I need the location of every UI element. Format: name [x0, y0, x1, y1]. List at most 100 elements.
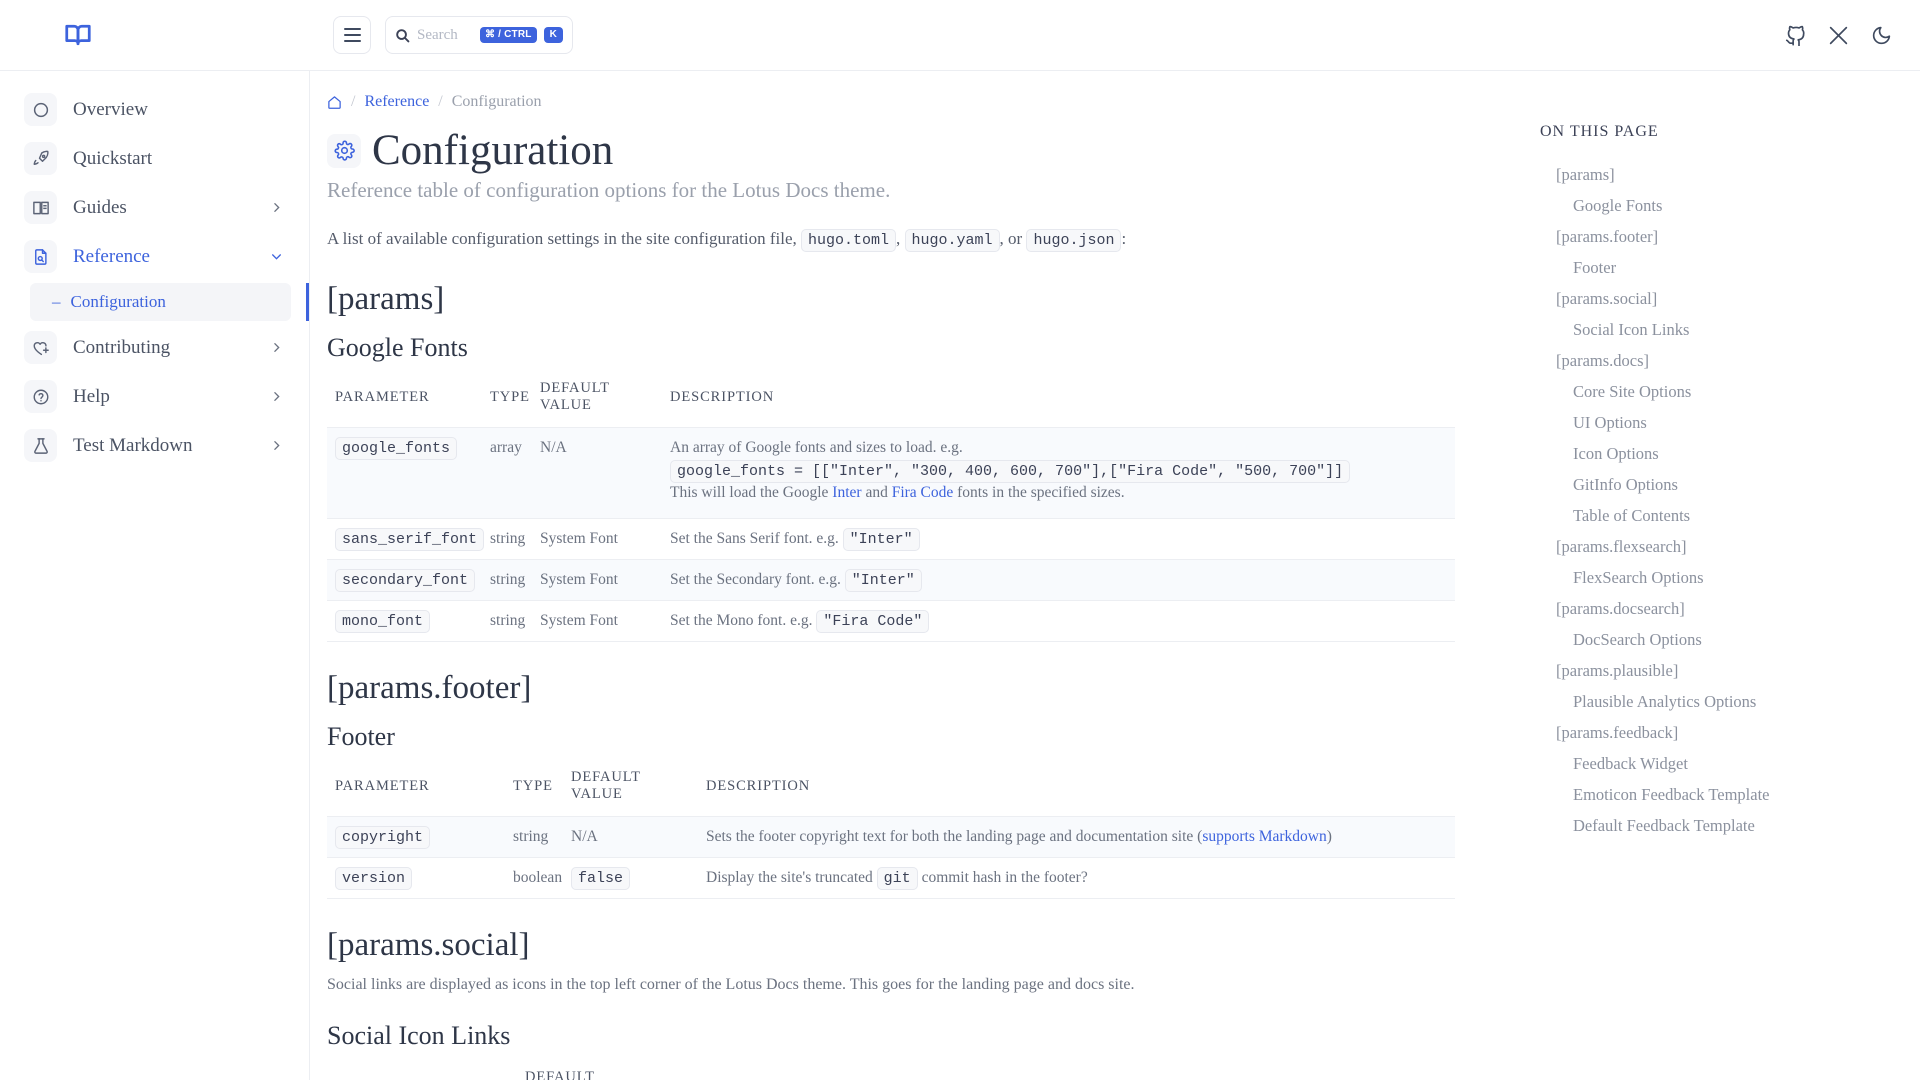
desc-text: Set the Mono font. e.g.: [670, 612, 813, 630]
param-default: System Font: [532, 600, 662, 643]
help-circle-icon: [24, 380, 57, 413]
param-name: version: [335, 867, 413, 891]
code-hugo-json: hugo.json: [1026, 229, 1122, 253]
toc-item[interactable]: Emoticon Feedback Template: [1540, 779, 1890, 810]
file-search-icon: [24, 240, 57, 273]
toc-item[interactable]: [params.docs]: [1540, 345, 1890, 376]
desc-text: and: [865, 484, 888, 502]
link-supports-markdown[interactable]: supports Markdown: [1202, 828, 1326, 845]
sidebar-item-guides[interactable]: Guides: [0, 183, 309, 232]
search-shortcut-modifier: ⌘ / CTRL: [479, 27, 537, 43]
param-name: secondary_font: [335, 569, 476, 593]
chevron-right-icon: [274, 203, 280, 212]
sidebar-item-test-markdown[interactable]: Test Markdown: [0, 421, 309, 470]
desc-code: "Fira Code": [816, 610, 930, 634]
toc-item[interactable]: Social Icon Links: [1540, 314, 1890, 345]
toc-item[interactable]: [params.feedback]: [1540, 717, 1890, 748]
toc-item[interactable]: Feedback Widget: [1540, 748, 1890, 779]
search-placeholder: Search: [417, 26, 458, 43]
toc-item[interactable]: Default Feedback Template: [1540, 810, 1890, 841]
column-description: DESCRIPTION: [706, 777, 811, 794]
param-description: Sets the footer copyright text for both …: [698, 816, 1455, 859]
heading-params: [params]: [327, 281, 445, 318]
table-row: version boolean false Display the site's…: [327, 857, 1455, 900]
page-title: Configuration: [327, 127, 1455, 174]
toc-item[interactable]: Core Site Options: [1540, 376, 1890, 407]
link-inter[interactable]: Inter: [832, 484, 861, 501]
sidebar-item-label: Quickstart: [73, 147, 153, 169]
search-shortcut-key: K: [543, 27, 563, 43]
book-open-icon: [24, 191, 57, 224]
toc-item[interactable]: [params.footer]: [1540, 221, 1890, 252]
desc-code: "Inter": [842, 528, 920, 552]
google-fonts-table: PARAMETER TYPE DEFAULT VALUE DESCRIPTION…: [327, 380, 1455, 643]
param-default: N/A: [532, 427, 662, 520]
toc-item[interactable]: UI Options: [1540, 407, 1890, 438]
hamburger-menu-button[interactable]: [333, 16, 371, 54]
search-icon: [396, 28, 410, 42]
sidebar-item-label: Help: [73, 385, 110, 407]
link-fira-code[interactable]: Fira Code: [892, 484, 954, 501]
heading-google-fonts: Google Fonts: [327, 332, 468, 362]
toc-item[interactable]: FlexSearch Options: [1540, 562, 1890, 593]
flask-icon: [24, 429, 57, 462]
home-icon[interactable]: [327, 95, 342, 110]
x-twitter-icon[interactable]: [1828, 25, 1849, 46]
breadcrumb-link-reference[interactable]: Reference: [364, 93, 429, 111]
toc-item[interactable]: DocSearch Options: [1540, 624, 1890, 655]
column-parameter: PARAMETER: [335, 777, 430, 794]
desc-code-example: google_fonts = [["Inter", "300, 400, 600…: [670, 460, 1351, 484]
social-paragraph: Social links are displayed as icons in t…: [327, 975, 1135, 993]
column-parameter: PARAMETER: [327, 1069, 429, 1080]
toc-item[interactable]: GitInfo Options: [1540, 469, 1890, 500]
toc-item[interactable]: Icon Options: [1540, 438, 1890, 469]
toc-item[interactable]: [params.docsearch]: [1540, 593, 1890, 624]
sidebar-item-label: Contributing: [73, 336, 171, 358]
table-row: sans_serif_font string System Font Set t…: [327, 518, 1455, 561]
toc-item[interactable]: [params.flexsearch]: [1540, 531, 1890, 562]
desc-intro: An array of Google fonts and sizes to lo…: [670, 439, 963, 457]
intro-text: A list of available configuration settin…: [327, 229, 797, 249]
param-description: Display the site's truncated git commit …: [698, 857, 1455, 900]
param-description: Set the Mono font. e.g. "Fira Code": [662, 600, 1455, 643]
top-header: Search ⌘ / CTRL K: [0, 0, 1920, 71]
search-input[interactable]: Search ⌘ / CTRL K: [385, 16, 573, 54]
active-indicator-bar: [306, 283, 309, 321]
sidebar-item-contributing[interactable]: Contributing: [0, 323, 309, 372]
param-type: boolean: [505, 857, 563, 900]
moon-icon[interactable]: [1871, 25, 1892, 46]
sidebar-item-reference[interactable]: Reference: [0, 232, 309, 281]
chevron-right-icon: [274, 343, 280, 352]
table-row: google_fonts array N/A An array of Googl…: [327, 427, 1455, 520]
footer-table: PARAMETER TYPE DEFAULT VALUE DESCRIPTION…: [327, 769, 1455, 900]
sidebar-item-label: Overview: [73, 98, 148, 120]
toc-item[interactable]: Footer: [1540, 252, 1890, 283]
breadcrumb-current: Configuration: [451, 93, 542, 110]
column-description: DESCRIPTION: [670, 388, 775, 405]
book-logo-icon: [64, 24, 91, 46]
toc-item[interactable]: [params.social]: [1540, 283, 1890, 314]
github-icon[interactable]: [1785, 25, 1806, 46]
param-name: google_fonts: [335, 437, 458, 461]
toc-item[interactable]: Table of Contents: [1540, 500, 1890, 531]
param-name: sans_serif_font: [335, 528, 485, 552]
sidebar-item-configuration[interactable]: – Configuration: [30, 283, 309, 321]
sidebar-item-quickstart[interactable]: Quickstart: [0, 134, 309, 183]
toc-item[interactable]: [params]: [1540, 159, 1890, 190]
site-logo[interactable]: [0, 20, 155, 50]
page-subtitle: Reference table of configuration options…: [327, 178, 891, 203]
heading-footer: Footer: [327, 721, 395, 751]
toc-item[interactable]: Plausible Analytics Options: [1540, 686, 1890, 717]
column-type: TYPE: [513, 777, 553, 794]
breadcrumb-separator: /: [351, 93, 356, 110]
intro-colon: :: [1121, 229, 1127, 249]
param-default: System Font: [532, 559, 662, 602]
toc-item[interactable]: [params.plausible]: [1540, 655, 1890, 686]
sidebar-item-help[interactable]: Help: [0, 372, 309, 421]
main-content: / Reference / Configuration Configuratio…: [310, 71, 1510, 1080]
chevron-down-icon: [272, 254, 281, 260]
intro-paragraph: A list of available configuration settin…: [327, 225, 1455, 253]
toc-item[interactable]: Google Fonts: [1540, 190, 1890, 221]
sidebar-item-overview[interactable]: Overview: [0, 85, 309, 134]
sidebar-nav: Overview Quickstart Guides Reference – C…: [0, 71, 310, 1080]
